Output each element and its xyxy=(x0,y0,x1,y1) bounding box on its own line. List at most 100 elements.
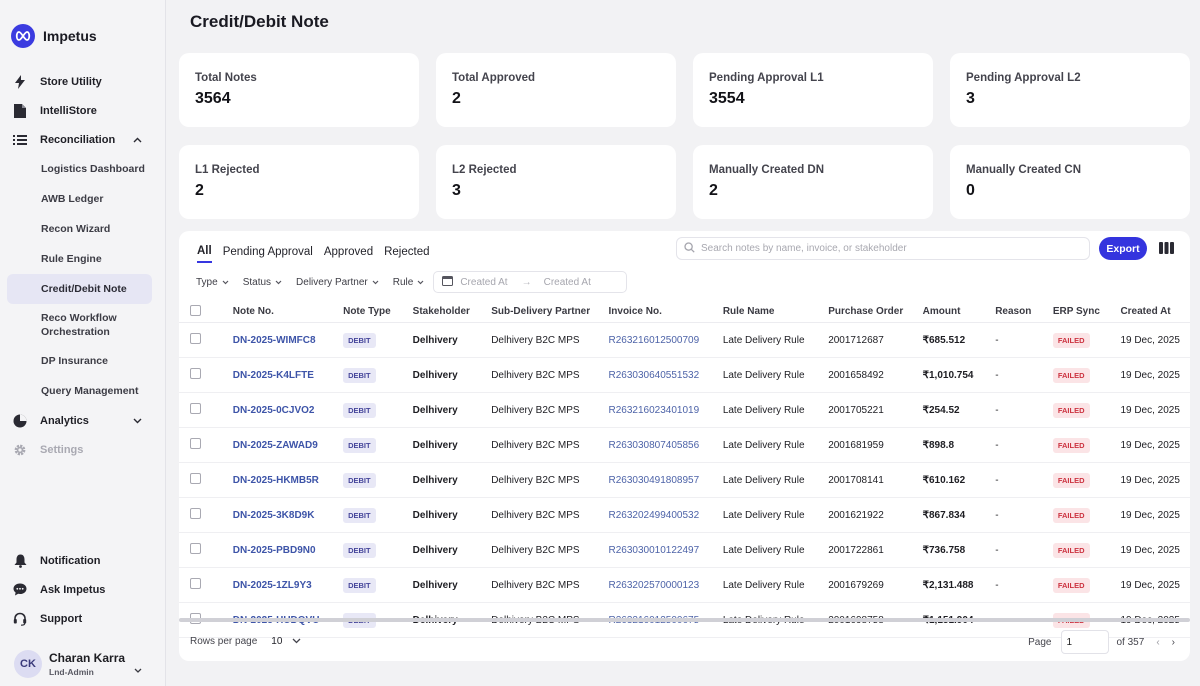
created-at-date-range[interactable]: Created At → Created At xyxy=(433,271,628,293)
rows-per-page-label: Rows per page xyxy=(190,636,258,647)
sidebar-item-settings[interactable]: Settings xyxy=(0,435,166,464)
sidebar-item-store-utility[interactable]: Store Utility xyxy=(0,67,166,96)
table-row[interactable]: DN-2025-K4LFTE DEBIT Delhivery Delhivery… xyxy=(179,358,1190,393)
column-header[interactable]: Created At xyxy=(1120,306,1190,317)
row-checkbox[interactable] xyxy=(190,473,201,484)
column-header[interactable]: Purchase Order xyxy=(828,306,922,317)
invoice-link[interactable]: R263216012500709 xyxy=(609,335,723,346)
row-checkbox[interactable] xyxy=(190,403,201,414)
note-number-link[interactable]: DN-2025-WIMFC8 xyxy=(233,335,343,346)
columns-icon[interactable] xyxy=(1159,241,1174,259)
row-checkbox[interactable] xyxy=(190,508,201,519)
note-number-link[interactable]: DN-2025-0CJVO2 xyxy=(233,405,343,416)
invoice-link[interactable]: R263030010122497 xyxy=(609,545,723,556)
sidebar-subitem-rule-engine[interactable]: Rule Engine xyxy=(0,244,166,274)
sidebar-subitem-recon-wizard[interactable]: Recon Wizard xyxy=(0,214,166,244)
note-type-badge: DEBIT xyxy=(343,507,376,523)
table-row[interactable]: DN-2025-3K8D9K DEBIT Delhivery Delhivery… xyxy=(179,498,1190,533)
note-number-link[interactable]: DN-2025-PBD9N0 xyxy=(233,545,343,556)
type-filter[interactable]: Type xyxy=(189,277,236,288)
sidebar-item-support[interactable]: Support xyxy=(0,604,166,633)
page-number-input[interactable] xyxy=(1060,630,1109,654)
sidebar-item-label: Store Utility xyxy=(40,75,102,88)
column-header[interactable]: Reason xyxy=(995,306,1053,317)
chevron-down-icon[interactable] xyxy=(292,636,301,647)
sidebar-item-label: Notification xyxy=(40,554,101,567)
sidebar-subitem-awb-ledger[interactable]: AWB Ledger xyxy=(0,184,166,214)
sidebar-subitem-query-management[interactable]: Query Management xyxy=(0,376,166,406)
table-row[interactable]: DN-2025-HKMB5R DEBIT Delhivery Delhivery… xyxy=(179,463,1190,498)
note-number-link[interactable]: DN-2025-ZAWAD9 xyxy=(233,440,343,451)
column-header[interactable]: Note Type xyxy=(343,306,413,317)
sidebar-item-intellistore[interactable]: IntelliStore xyxy=(0,96,166,125)
sidebar-subitem-logistics-dashboard[interactable]: Logistics Dashboard xyxy=(0,154,166,184)
invoice-link[interactable]: R263216023401019 xyxy=(609,405,723,416)
brand[interactable]: Impetus xyxy=(11,24,97,48)
row-checkbox[interactable] xyxy=(190,368,201,379)
filter-label: Type xyxy=(196,276,218,288)
column-header[interactable]: Amount xyxy=(923,306,996,317)
chevron-left-icon[interactable]: ‹ xyxy=(1156,637,1159,648)
column-header[interactable]: Invoice No. xyxy=(609,306,723,317)
chevron-down-icon[interactable] xyxy=(133,415,142,427)
sidebar-item-analytics[interactable]: Analytics xyxy=(0,406,166,435)
table-row[interactable]: DN-2025-ZAWAD9 DEBIT Delhivery Delhivery… xyxy=(179,428,1190,463)
invoice-link[interactable]: R263202499400532 xyxy=(609,510,723,521)
note-number-link[interactable]: DN-2025-1ZL9Y3 xyxy=(233,580,343,591)
delivery-partner-filter[interactable]: Delivery Partner xyxy=(289,277,386,288)
user-profile[interactable]: CK Charan Karra Lnd-Admin xyxy=(14,650,142,678)
tab-rejected[interactable]: Rejected xyxy=(384,241,429,263)
invoice-link[interactable]: R263030640551532 xyxy=(609,370,723,381)
row-checkbox[interactable] xyxy=(190,578,201,589)
chevron-up-icon[interactable] xyxy=(133,134,142,146)
invoice-link[interactable]: R263202570000123 xyxy=(609,580,723,591)
date-from-input[interactable]: Created At xyxy=(460,277,507,288)
column-header[interactable]: Note No. xyxy=(233,306,343,317)
column-header[interactable]: Sub-Delivery Partner xyxy=(491,306,608,317)
tab-approved[interactable]: Approved xyxy=(324,241,373,263)
export-button[interactable]: Export xyxy=(1099,237,1147,260)
date-to-input[interactable]: Created At xyxy=(544,277,591,288)
rule-filter[interactable]: Rule xyxy=(386,277,432,288)
reason-cell: - xyxy=(995,474,999,486)
chevron-down-icon[interactable] xyxy=(134,660,142,678)
po-cell: 2001681959 xyxy=(828,439,884,451)
note-number-link[interactable]: DN-2025-3K8D9K xyxy=(233,510,343,521)
select-all-checkbox[interactable] xyxy=(190,304,201,316)
row-checkbox[interactable] xyxy=(190,438,201,449)
chat-icon xyxy=(12,582,28,598)
sidebar-subitem-dp-insurance[interactable]: DP Insurance xyxy=(0,346,166,376)
sidebar-item-label: Ask Impetus xyxy=(40,583,106,596)
rule-cell: Late Delivery Rule xyxy=(722,334,805,346)
tab-pending-approval[interactable]: Pending Approval xyxy=(223,241,313,263)
table-row[interactable]: DN-2025-0CJVO2 DEBIT Delhivery Delhivery… xyxy=(179,393,1190,428)
notes-panel: All Pending Approval Approved Rejected E… xyxy=(179,231,1190,661)
table-row[interactable]: DN-2025-1ZL9Y3 DEBIT Delhivery Delhivery… xyxy=(179,568,1190,603)
sidebar-subitem-credit-debit-note[interactable]: Credit/Debit Note xyxy=(7,274,152,304)
rule-cell: Late Delivery Rule xyxy=(722,439,805,451)
table-row[interactable]: DN-2025-PBD9N0 DEBIT Delhivery Delhivery… xyxy=(179,533,1190,568)
row-checkbox[interactable] xyxy=(190,333,201,344)
invoice-link[interactable]: R263030491808957 xyxy=(609,475,723,486)
horizontal-scrollbar[interactable] xyxy=(179,618,1190,622)
table-row[interactable]: DN-2025-WIMFC8 DEBIT Delhivery Delhivery… xyxy=(179,323,1190,358)
sidebar-item-notification[interactable]: Notification xyxy=(0,546,166,575)
note-number-link[interactable]: DN-2025-HKMB5R xyxy=(233,475,343,486)
stakeholder-cell: Delhivery xyxy=(412,404,458,416)
chevron-right-icon[interactable]: › xyxy=(1172,637,1175,648)
sidebar-item-ask-impetus[interactable]: Ask Impetus xyxy=(0,575,166,604)
invoice-link[interactable]: R263030807405856 xyxy=(609,440,723,451)
gear-icon xyxy=(12,442,28,458)
pagination-footer: Rows per page 10 Page of 357 ‹ › xyxy=(179,630,1190,658)
rows-per-page-select[interactable]: 10 xyxy=(271,636,282,647)
column-header[interactable]: ERP Sync xyxy=(1053,306,1121,317)
column-header[interactable]: Stakeholder xyxy=(413,306,492,317)
status-filter[interactable]: Status xyxy=(236,277,289,288)
row-checkbox[interactable] xyxy=(190,543,201,554)
tab-all[interactable]: All xyxy=(197,241,212,263)
search-input[interactable] xyxy=(701,243,1081,254)
note-number-link[interactable]: DN-2025-K4LFTE xyxy=(233,370,343,381)
sidebar-subitem-reco-workflow[interactable]: Reco Workflow Orchestration xyxy=(0,304,166,346)
sidebar-item-reconciliation[interactable]: Reconciliation xyxy=(0,125,166,154)
column-header[interactable]: Rule Name xyxy=(723,306,828,317)
